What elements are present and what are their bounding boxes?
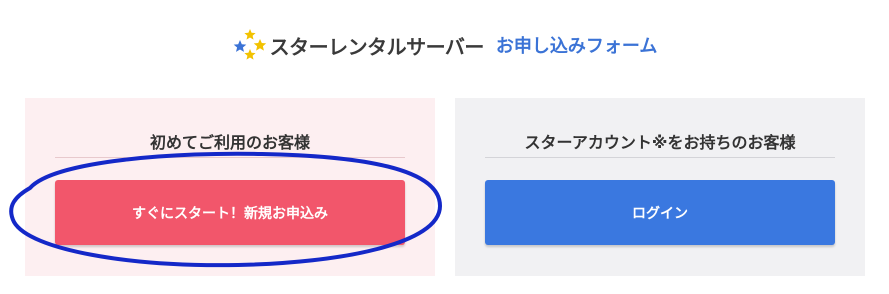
login-button[interactable]: ログイン xyxy=(485,180,835,245)
new-signup-button[interactable]: すぐにスタート！新規お申込み xyxy=(55,180,405,245)
page-title: お申し込みフォーム xyxy=(495,36,658,57)
signup-page: スターレンタルサーバー お申し込みフォーム 初めてご利用のお客様 すぐにスタート… xyxy=(0,0,889,294)
divider xyxy=(55,157,405,158)
brand-logo: スターレンタルサーバー xyxy=(232,28,484,62)
new-customer-panel: 初めてご利用のお客様 すぐにスタート！新規お申込み xyxy=(25,98,435,276)
existing-customer-heading: スターアカウント※をお持ちのお客様 xyxy=(524,133,796,152)
divider xyxy=(485,157,835,158)
new-customer-heading: 初めてご利用のお客様 xyxy=(149,133,310,152)
stars-logo-icon xyxy=(233,29,266,60)
page-header: スターレンタルサーバー お申し込みフォーム xyxy=(0,28,889,62)
existing-customer-panel: スターアカウント※をお持ちのお客様 ログイン xyxy=(455,98,865,276)
brand-name: スターレンタルサーバー xyxy=(269,34,485,59)
